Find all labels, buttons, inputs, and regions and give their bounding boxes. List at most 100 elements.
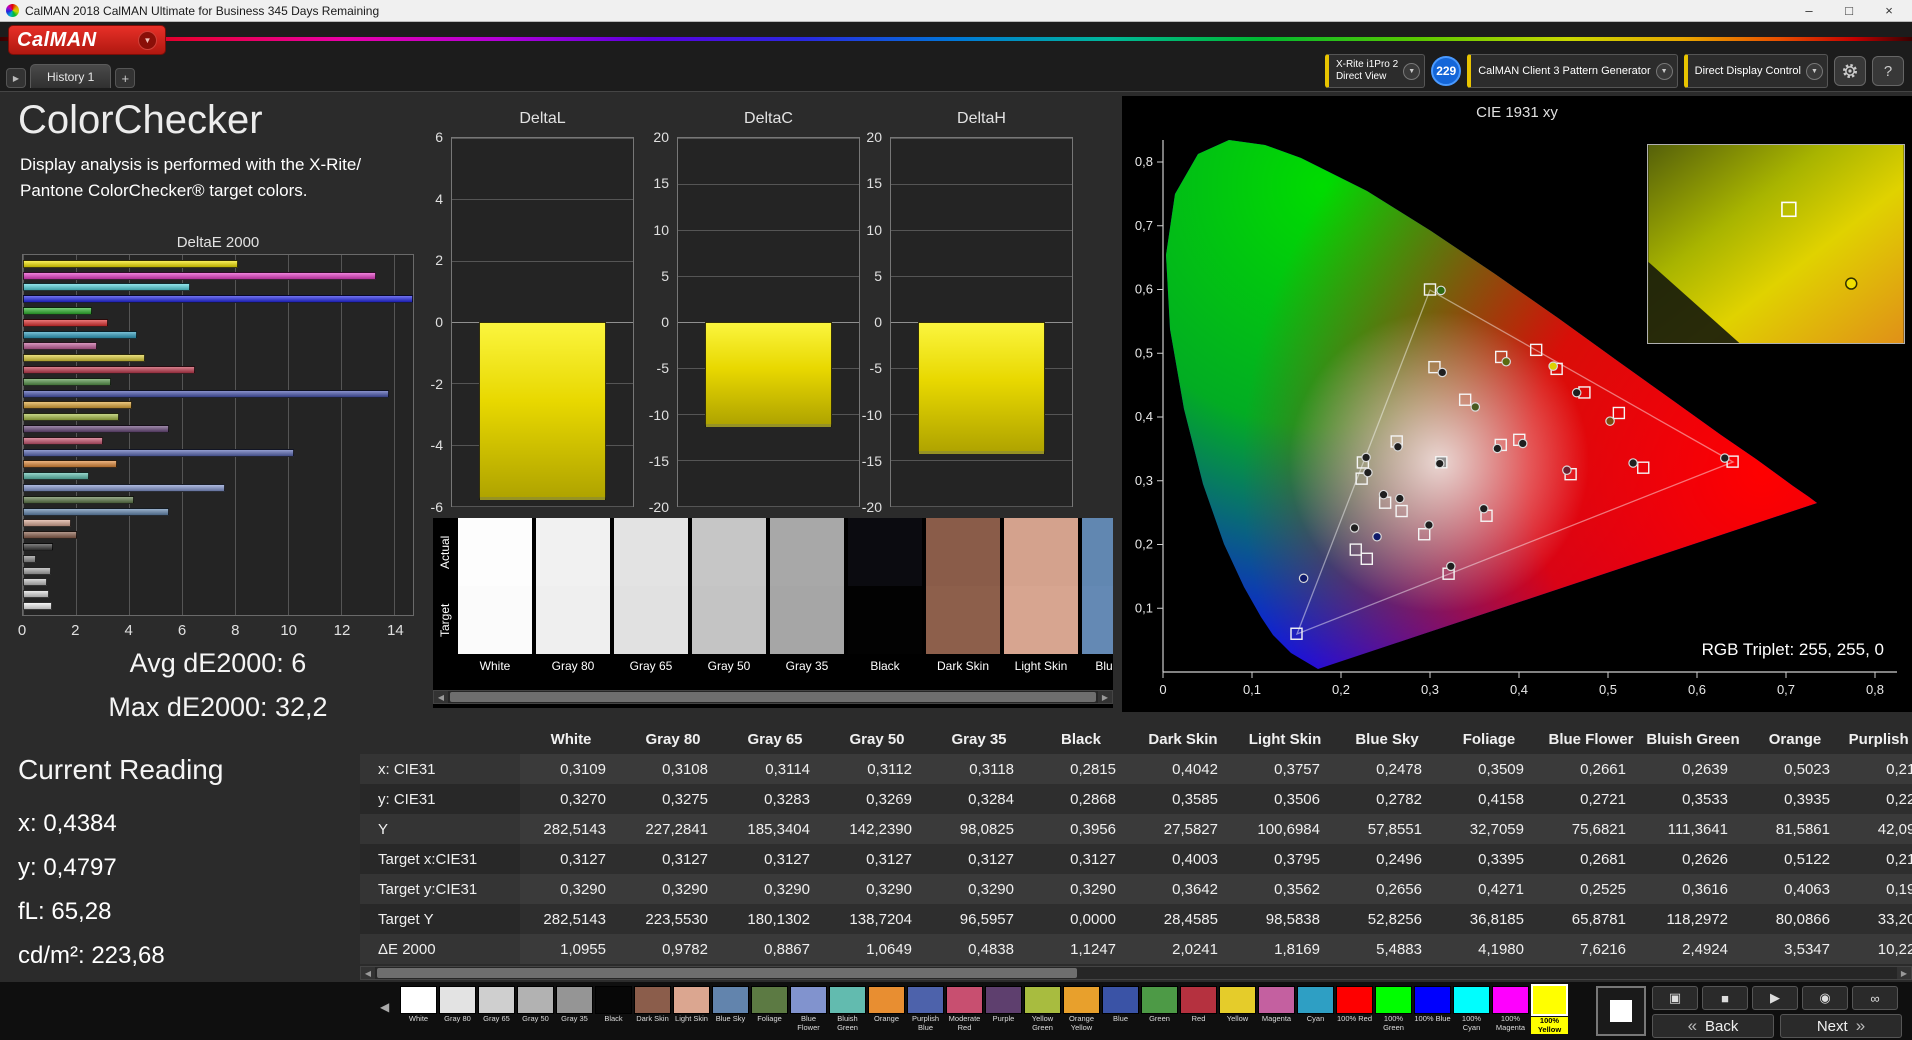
close-button[interactable]: × (1880, 3, 1898, 18)
table-scroll-thumb[interactable] (377, 968, 1078, 978)
palette-item[interactable]: 100% Cyan (1453, 986, 1490, 1032)
palette-item[interactable]: Yellow Green (1024, 986, 1061, 1032)
table-cell: 5,4883 (1376, 940, 1422, 958)
palette-chip (868, 986, 905, 1014)
strip-scroll-left-icon[interactable]: ◀ (434, 691, 448, 703)
palette-item[interactable]: Magenta (1258, 986, 1295, 1024)
next-button[interactable]: Next » (1780, 1014, 1902, 1038)
palette-item[interactable]: Gray 35 (556, 986, 593, 1024)
table-cell: 0,3127 (662, 850, 708, 868)
table-cell: 118,2972 (1666, 910, 1728, 928)
maximize-button[interactable]: □ (1840, 3, 1858, 18)
meter-dropdown-icon[interactable]: ▼ (1403, 63, 1421, 80)
palette-item[interactable]: Blue Flower (790, 986, 827, 1032)
patch-actual-color (692, 518, 766, 586)
palette-item[interactable]: Orange Yellow (1063, 986, 1100, 1032)
table-cell: 0,2626 (1682, 850, 1728, 868)
stop-button[interactable]: ■ (1702, 986, 1748, 1010)
add-tab-button[interactable]: + (115, 68, 136, 88)
mini-axis-tick-label: -15 (648, 452, 669, 469)
palette-item[interactable]: Purplish Blue (907, 986, 944, 1032)
deltae-bar-row (23, 376, 413, 388)
meter-mode: Direct View (1335, 71, 1387, 82)
cie-measurement-marker (1478, 503, 1489, 514)
minimize-button[interactable]: – (1800, 3, 1818, 18)
palette-item[interactable]: Blue Sky (712, 986, 749, 1024)
patch-swatch[interactable]: Light Skin (1004, 518, 1078, 678)
play-button[interactable]: ▶ (1752, 986, 1798, 1010)
patch-swatch[interactable]: Black (848, 518, 922, 678)
palette-item[interactable]: Dark Skin (634, 986, 671, 1024)
palette-item[interactable]: 100% Magenta (1492, 986, 1529, 1032)
palette-item[interactable]: Purple (985, 986, 1022, 1024)
palette-item[interactable]: Gray 65 (478, 986, 515, 1024)
table-row: Target y:CIE31 0,3290 0,3290 0,3290 0,3290 0,… (360, 874, 1912, 904)
palette-item[interactable]: Orange (868, 986, 905, 1024)
palette-item[interactable]: Cyan (1297, 986, 1334, 1024)
logo-dropdown-icon: ▼ (138, 30, 157, 50)
palette-item[interactable]: Yellow (1219, 986, 1256, 1024)
palette-item[interactable]: Foliage (751, 986, 788, 1024)
palette-item[interactable]: Red (1180, 986, 1217, 1024)
palette-item[interactable]: 100% Yellow (1531, 984, 1568, 1034)
patch-swatch[interactable]: Gray 50 (692, 518, 766, 678)
strip-scrollbar[interactable]: ◀ ▶ (433, 690, 1113, 704)
patch-swatch[interactable]: Gray 65 (614, 518, 688, 678)
palette-item-label: Bluish Green (837, 1014, 858, 1032)
patch-swatch-label: Dark Skin (926, 654, 1000, 678)
pattern-window-button[interactable]: ▣ (1652, 986, 1698, 1010)
mini-axis-tick-label: 5 (661, 267, 669, 284)
patch-swatch-label: Blue Sky (1082, 654, 1113, 678)
palette-item[interactable]: 100% Green (1375, 986, 1412, 1032)
layout-expand-button[interactable]: ▶ (6, 68, 26, 88)
table-corner-cell (360, 724, 520, 754)
table-scroll-track[interactable] (375, 967, 1897, 979)
help-button[interactable]: ? (1872, 56, 1904, 86)
palette-item[interactable]: Blue (1102, 986, 1139, 1024)
meter-selector[interactable]: X-Rite i1Pro 2 Direct View ▼ (1324, 54, 1426, 88)
calman-menu-button[interactable]: CalMAN ▼ (8, 25, 166, 55)
display-dropdown-icon[interactable]: ▼ (1806, 63, 1823, 80)
table-cell: 0,3290 (968, 880, 1014, 898)
palette-item[interactable]: Gray 50 (517, 986, 554, 1024)
source-dropdown-icon[interactable]: ▼ (1655, 63, 1673, 80)
patch-swatch[interactable]: Blue Sky (1082, 518, 1113, 678)
window-titlebar: CalMAN 2018 CalMAN Ultimate for Business… (0, 0, 1912, 22)
deltae-bar (23, 484, 226, 493)
palette-scroll-left-icon[interactable]: ◀ (380, 1000, 389, 1014)
meter-status-badge[interactable]: 229 (1431, 56, 1462, 86)
back-chevrons-icon: « (1687, 1016, 1698, 1035)
table-scroll-right-icon[interactable]: ▶ (1897, 967, 1911, 979)
table-cell: 0,2721 (1580, 790, 1626, 808)
capture-button[interactable]: ◉ (1802, 986, 1848, 1010)
palette-item[interactable]: 100% Red (1336, 986, 1373, 1024)
patch-swatch[interactable]: Gray 80 (536, 518, 610, 678)
patch-swatch[interactable]: Dark Skin (926, 518, 1000, 678)
cie-y-tick-label: 0,8 (1135, 154, 1153, 169)
tab-history-1[interactable]: History 1 (30, 64, 112, 88)
palette-item[interactable]: 100% Blue (1414, 986, 1451, 1024)
patch-swatch[interactable]: Gray 35 (770, 518, 844, 678)
table-scrollbar[interactable]: ◀ ▶ (360, 966, 1912, 980)
patch-swatch[interactable]: White (458, 518, 532, 678)
strip-scroll-thumb[interactable] (450, 692, 1096, 702)
settings-button[interactable] (1834, 56, 1866, 86)
palette-chip (1375, 986, 1412, 1014)
strip-scroll-track[interactable] (448, 691, 1098, 703)
strip-scroll-right-icon[interactable]: ▶ (1098, 691, 1112, 703)
table-cell: 0,4042 (1172, 760, 1218, 778)
table-scroll-left-icon[interactable]: ◀ (361, 967, 375, 979)
palette-item[interactable]: Gray 80 (439, 986, 476, 1024)
mini-axis-tick-label: 5 (874, 267, 882, 284)
palette-item[interactable]: Moderate Red (946, 986, 983, 1032)
palette-item[interactable]: Light Skin (673, 986, 710, 1024)
continuous-measure-button[interactable]: ∞ (1852, 986, 1898, 1010)
palette-item[interactable]: Bluish Green (829, 986, 866, 1032)
palette-item[interactable]: Black (595, 986, 632, 1024)
display-control-selector[interactable]: Direct Display Control ▼ (1683, 54, 1828, 88)
palette-item[interactable]: Green (1141, 986, 1178, 1024)
pattern-source-selector[interactable]: CalMAN Client 3 Pattern Generator ▼ (1467, 54, 1678, 88)
back-button[interactable]: « Back (1652, 1014, 1774, 1038)
pattern-window-preview-button[interactable] (1596, 986, 1646, 1036)
palette-item[interactable]: White (400, 986, 437, 1024)
